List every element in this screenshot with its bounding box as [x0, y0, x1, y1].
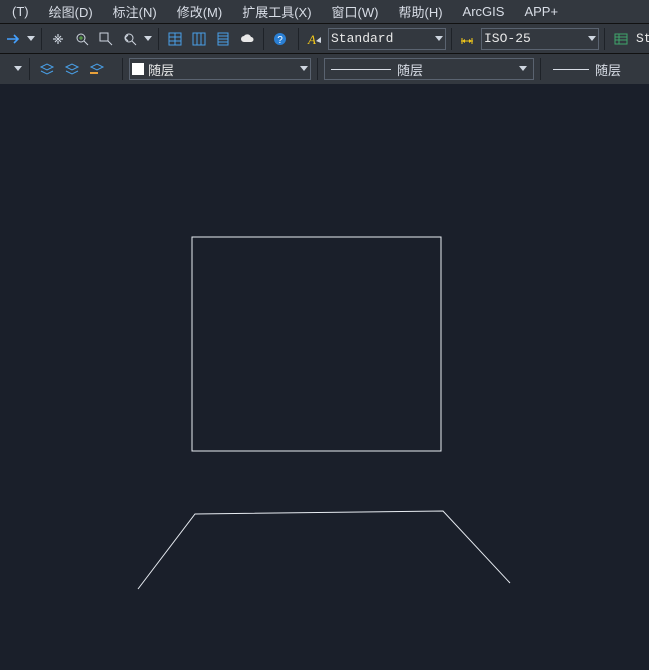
menu-item-draw[interactable]: 绘图(D)	[39, 0, 103, 23]
pan-icon[interactable]	[47, 28, 69, 50]
separator	[29, 58, 30, 80]
menu-item-extensions[interactable]: 扩展工具(X)	[232, 0, 321, 23]
zoom-realtime-icon[interactable]	[71, 28, 93, 50]
layer-isolate-icon[interactable]	[86, 58, 108, 80]
dropdown-icon[interactable]	[143, 28, 153, 50]
separator	[451, 28, 452, 50]
tool-palettes-icon[interactable]	[212, 28, 234, 50]
menu-bar: (T) 绘图(D) 标注(N) 修改(M) 扩展工具(X) 窗口(W) 帮助(H…	[0, 0, 649, 24]
menu-item-modify[interactable]: 修改(M)	[167, 0, 233, 23]
menu-item-dimension[interactable]: 标注(N)	[103, 0, 167, 23]
color-combo[interactable]: 随层	[129, 58, 311, 80]
separator	[317, 58, 318, 80]
dim-style-icon[interactable]	[457, 28, 479, 50]
help-icon[interactable]: ?	[269, 28, 291, 50]
menu-item-arcgis[interactable]: ArcGIS	[453, 2, 515, 21]
table-style-icon[interactable]	[610, 28, 632, 50]
lineweight-combo[interactable]: 随层	[547, 58, 647, 80]
layer-previous-icon[interactable]	[61, 58, 83, 80]
separator	[122, 58, 123, 80]
lineweight-value: 随层	[595, 60, 621, 79]
cloud-icon[interactable]	[236, 28, 258, 50]
drawing-canvas[interactable]	[0, 84, 649, 670]
layer-state-icon[interactable]	[36, 58, 58, 80]
text-style-value: Standard	[331, 31, 431, 46]
lineweight-sample	[553, 69, 589, 70]
table-style-label: Sta	[634, 31, 649, 46]
color-value: 随层	[148, 60, 296, 79]
arrow-right-icon[interactable]	[2, 28, 24, 50]
dim-style-combo[interactable]: ISO-25	[481, 28, 599, 50]
zoom-previous-icon[interactable]	[119, 28, 141, 50]
color-swatch	[132, 63, 144, 75]
separator	[604, 28, 605, 50]
menu-item-t[interactable]: (T)	[2, 2, 39, 21]
separator	[540, 58, 541, 80]
menu-item-app-plus[interactable]: APP+	[514, 2, 568, 21]
zoom-window-icon[interactable]	[95, 28, 117, 50]
separator	[298, 28, 299, 50]
separator	[158, 28, 159, 50]
menu-item-help[interactable]: 帮助(H)	[388, 0, 452, 23]
shape-rectangle[interactable]	[192, 237, 441, 451]
text-style-icon[interactable]: A	[304, 28, 326, 50]
shape-trapezoid[interactable]	[138, 511, 510, 589]
dim-style-value: ISO-25	[484, 31, 584, 46]
dropdown-icon[interactable]	[26, 28, 36, 50]
svg-text:A: A	[307, 32, 316, 47]
toolbar-properties: 随层 随层 随层	[0, 54, 649, 84]
text-style-combo[interactable]: Standard	[328, 28, 446, 50]
separator	[41, 28, 42, 50]
linetype-value: 随层	[397, 60, 513, 79]
dropdown-icon[interactable]	[13, 58, 23, 80]
separator	[263, 28, 264, 50]
properties-table-icon[interactable]	[164, 28, 186, 50]
sheet-set-icon[interactable]	[188, 28, 210, 50]
svg-text:?: ?	[277, 35, 283, 46]
menu-item-window[interactable]: 窗口(W)	[322, 0, 389, 23]
toolbar-primary: ? A Standard ISO-25 Sta	[0, 24, 649, 54]
linetype-combo[interactable]: 随层	[324, 58, 534, 80]
linetype-sample	[331, 69, 391, 70]
